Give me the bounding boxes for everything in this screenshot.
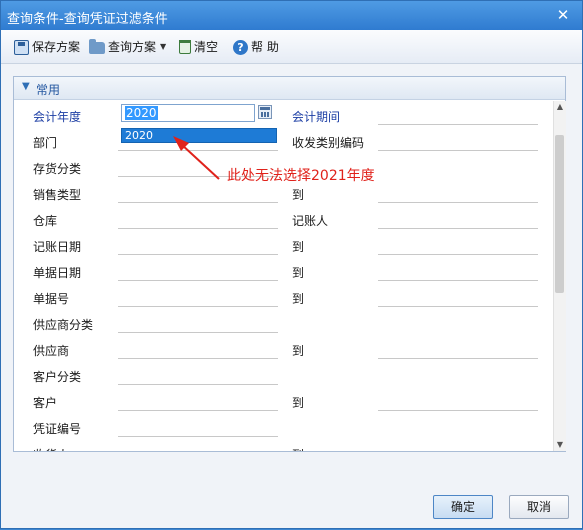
help-icon: ? [233,39,248,55]
field-label-right: 到 [292,188,305,202]
field-input-left[interactable] [118,210,278,229]
field-input-left[interactable] [118,392,278,411]
field-label-left: 单据日期 [33,266,82,280]
ok-button[interactable]: 确定 [433,495,493,519]
clear-icon [179,40,191,54]
field-label-left: 记账日期 [33,240,82,254]
help-button[interactable]: ? 帮 助 [233,38,279,56]
field-label-left: 供应商 [33,344,70,358]
field-input-left[interactable] [118,444,278,451]
field-input-right[interactable] [378,340,538,359]
field-input-left[interactable] [118,366,278,385]
field-label-left: 会计年度 [33,110,82,124]
field-input-right[interactable] [378,288,538,307]
field-input-right[interactable] [378,444,538,451]
field-label-left: 存货分类 [33,162,82,176]
field-label-right: 收发类别编码 [292,136,365,150]
chevron-down-icon: ▼ [160,42,167,51]
field-label-left: 销售类型 [33,188,82,202]
help-label: 帮 助 [251,40,279,54]
field-label-left: 仓库 [33,214,58,228]
field-input-left[interactable] [118,236,278,255]
field-label-right: 到 [292,446,304,451]
field-input-left[interactable] [118,418,278,437]
field-input-left[interactable] [118,184,278,203]
field-input-right[interactable] [378,132,538,151]
field-label-right: 记账人 [292,214,329,228]
field-label-left: 单据号 [33,292,70,306]
field-label-left: 客户 [33,396,58,410]
field-input-left[interactable] [118,262,278,281]
field-grid: 2020 2020 会计年度 会计期间 部门 收发类别编码 存货分类 销售类型到仓库 记账人… [14,100,552,451]
field-label-right: 到 [292,240,305,254]
cancel-button[interactable]: 取消 [509,495,569,519]
save-plan-label: 保存方案 [32,40,81,54]
field-label-left: 部门 [33,136,58,150]
query-plan-label: 查询方案 [108,40,157,54]
scroll-thumb[interactable] [555,135,564,293]
field-label-right: 到 [292,292,305,306]
field-label-right: 到 [292,266,305,280]
field-label-left: 凭证编号 [33,422,82,436]
vertical-scrollbar[interactable]: ▲ ▼ [553,101,566,451]
save-plan-button[interactable]: 保存方案 [14,38,80,56]
field-label-left: 供应商分类 [33,318,94,332]
query-dialog: 查询条件-查询凭证过滤条件 ✕ 保存方案 查询方案 ▼ 清空 ? 帮 助 ▼ 常… [0,0,583,529]
field-input-right[interactable] [378,262,538,281]
folder-icon [89,39,105,54]
query-plan-button[interactable]: 查询方案 ▼ [89,38,166,56]
clear-button[interactable]: 清空 [179,38,218,56]
field-label-left: 客户分类 [33,370,82,384]
panel-title: 常用 [36,83,61,97]
common-panel: ▼ 常用 2020 2020 会计年度 会计期间 部门 收发类别编码 存货分类 销售类型到… [13,76,566,452]
annotation-text: 此处无法选择2021年度 [227,168,375,184]
field-input-right[interactable] [378,236,538,255]
scroll-up-icon[interactable]: ▲ [554,101,566,113]
field-input-right[interactable] [378,392,538,411]
close-icon[interactable]: ✕ [554,6,572,24]
field-input-right[interactable] [378,210,538,229]
field-input-left[interactable] [118,340,278,359]
field-input-right[interactable] [378,106,538,125]
field-input-left[interactable] [118,132,278,151]
fiscal-year-value: 2020 [125,106,158,120]
field-label-right: 到 [292,344,305,358]
title-bar: 查询条件-查询凭证过滤条件 ✕ [1,1,582,30]
scroll-down-icon[interactable]: ▼ [554,439,566,451]
field-input-left[interactable] [118,288,278,307]
clear-label: 清空 [194,40,219,54]
field-label-right: 到 [292,396,305,410]
field-input-right[interactable] [378,184,538,203]
field-label-left: 收货人 [33,446,69,451]
field-label-right: 会计期间 [292,110,341,124]
panel-header[interactable]: ▼ 常用 [14,77,565,100]
chevron-down-icon: ▼ [22,81,30,92]
save-icon [14,39,29,55]
window-title: 查询条件-查询凭证过滤条件 [7,12,168,27]
toolbar: 保存方案 查询方案 ▼ 清空 ? 帮 助 [1,30,582,64]
fiscal-year-input[interactable]: 2020 [121,104,255,122]
field-input-left[interactable] [118,314,278,333]
calendar-icon[interactable] [258,105,272,119]
